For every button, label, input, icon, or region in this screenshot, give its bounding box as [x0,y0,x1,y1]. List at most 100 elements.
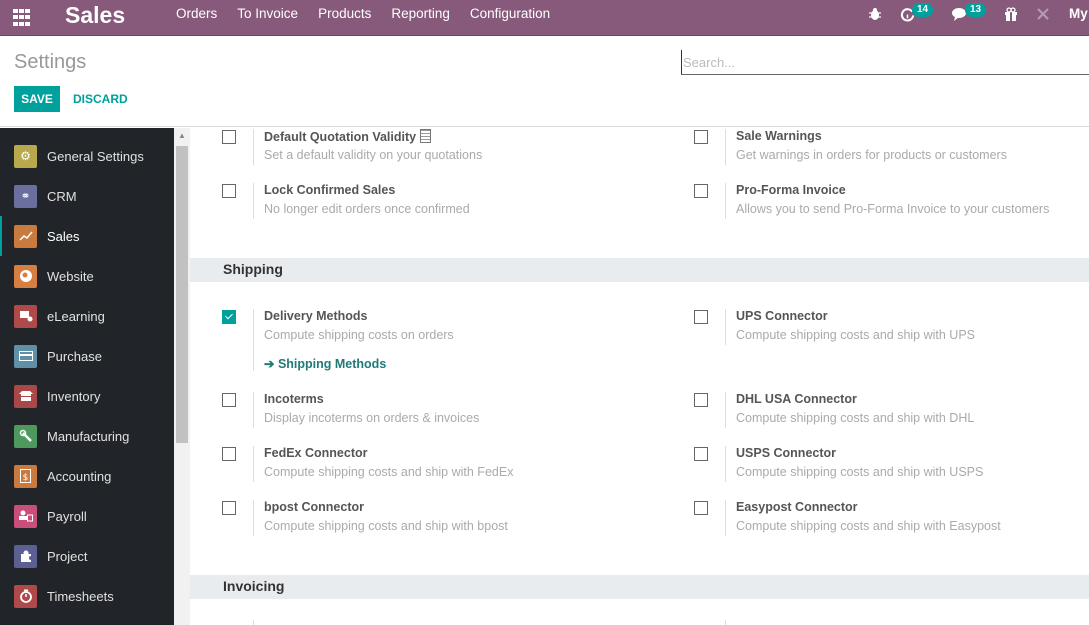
setting-title: Lock Confirmed Sales [264,183,396,197]
page-title: Settings [14,51,87,73]
sidebar-item-label: Sales [47,228,80,244]
sidebar-item-label: General Settings [47,148,144,164]
easypost-connector-checkbox[interactable] [694,501,708,515]
tools-icon[interactable] [1036,7,1050,21]
scroll-up-arrow-icon[interactable]: ▲ [174,130,190,142]
messages-button[interactable]: 13 [952,3,987,21]
sale-warnings-checkbox[interactable] [694,130,708,144]
delivery-methods-checkbox[interactable] [222,310,236,324]
user-menu[interactable]: My [1069,0,1088,28]
globe-icon [14,264,37,288]
setting-description: Get warnings in orders for products or c… [736,148,1007,162]
sidebar-item-label: Project [47,548,88,564]
bpost-connector-checkbox[interactable] [222,501,236,515]
setting-title: Easypost Connector [736,500,858,514]
sidebar-item-label: Accounting [47,468,112,484]
fedex-connector-checkbox[interactable] [222,447,236,461]
setting-title: UPS Connector [736,309,828,323]
setting-title: Sale Warnings [736,129,822,143]
building-icon [420,129,432,143]
incoterms-checkbox[interactable] [222,393,236,407]
payroll-icon [14,504,37,528]
sidebar-item-accounting[interactable]: $ Accounting [0,456,174,496]
setting-title: Default Quotation Validity [264,130,417,144]
setting-title: Delivery Methods [264,309,368,323]
menu-products[interactable]: Products [308,0,381,28]
gift-icon[interactable] [1004,7,1018,21]
setting-title: DHL USA Connector [736,392,857,406]
section-header-shipping: Shipping [190,258,1089,282]
elearning-icon [14,304,37,328]
sidebar-item-manufacturing[interactable]: Manufacturing [0,416,174,456]
arrow-right-icon: ➔ [264,357,278,371]
sidebar-item-label: Purchase [47,348,102,364]
menu-configuration[interactable]: Configuration [460,0,560,28]
main-menu: Orders To Invoice Products Reporting Con… [166,0,560,28]
apps-menu-icon[interactable] [13,7,33,27]
top-navbar: Sales Orders To Invoice Products Reporti… [0,0,1089,36]
setting-description: No longer edit orders once confirmed [264,202,470,216]
sidebar-item-elearning[interactable]: eLearning [0,296,174,336]
setting-title: Incoterms [264,392,324,406]
activity-badge: 14 [912,3,934,17]
box-icon [14,384,37,408]
setting-description: Compute shipping costs on orders [264,328,454,342]
setting-title: FedEx Connector [264,446,368,460]
sidebar-item-label: eLearning [47,308,105,324]
save-button[interactable]: SAVE [14,86,60,112]
credit-card-icon [14,344,37,368]
sidebar-item-inventory[interactable]: Inventory [0,376,174,416]
usps-connector-checkbox[interactable] [694,447,708,461]
sidebar-item-label: Payroll [47,508,87,524]
settings-sidebar: ⚙ General Settings ⚭ CRM Sales Website e… [0,128,174,625]
shipping-methods-link[interactable]: ➔ Shipping Methods [264,356,386,371]
setting-description: Allows you to send Pro-Forma Invoice to … [736,202,1050,216]
lock-confirmed-sales-checkbox[interactable] [222,184,236,198]
sidebar-item-project[interactable]: Project [0,536,174,576]
activity-button[interactable]: 14 [900,3,934,22]
search-input[interactable] [681,50,1089,74]
sidebar-item-general-settings[interactable]: ⚙ General Settings [0,136,174,176]
section-header-invoicing: Invoicing [190,575,1089,599]
setting-description: Compute shipping costs and ship with bpo… [264,519,508,533]
sidebar-item-payroll[interactable]: Payroll [0,496,174,536]
setting-description: Compute shipping costs and ship with DHL [736,411,975,425]
setting-description: Compute shipping costs and ship with Eas… [736,519,1001,533]
sidebar-item-label: Timesheets [47,588,114,604]
sidebar-item-label: CRM [47,188,77,204]
sidebar-item-crm[interactable]: ⚭ CRM [0,176,174,216]
gear-icon: ⚙ [14,144,37,168]
sidebar-item-label: Inventory [47,388,101,404]
sidebar-item-website[interactable]: Website [0,256,174,296]
svg-text:$: $ [23,473,29,483]
menu-reporting[interactable]: Reporting [381,0,460,28]
section-title: Shipping [223,261,283,277]
pro-forma-invoice-checkbox[interactable] [694,184,708,198]
stopwatch-icon [14,584,37,608]
setting-title: bpost Connector [264,500,364,514]
divider [253,620,254,625]
sidebar-item-label: Website [47,268,94,284]
invoice-dollar-icon: $ [14,464,37,488]
chart-icon [14,224,37,248]
menu-to-invoice[interactable]: To Invoice [227,0,308,28]
sidebar-item-label: Manufacturing [47,428,130,444]
sidebar-item-sales[interactable]: Sales [0,216,174,256]
content-scrollbar[interactable]: ▲ [174,128,190,625]
messages-badge: 13 [965,3,987,17]
debug-bug-icon[interactable] [868,7,882,21]
control-panel: Settings SAVE DISCARD [0,37,1089,127]
sidebar-item-purchase[interactable]: Purchase [0,336,174,376]
handshake-icon: ⚭ [14,184,37,208]
default-quotation-validity-checkbox[interactable] [222,130,236,144]
settings-content: Default Quotation Validity Set a default… [190,128,1089,625]
dhl-usa-connector-checkbox[interactable] [694,393,708,407]
scroll-thumb[interactable] [176,146,188,443]
setting-description: Display incoterms on orders & invoices [264,411,480,425]
setting-description: Compute shipping costs and ship with UPS [736,328,976,342]
sidebar-item-timesheets[interactable]: Timesheets [0,576,174,616]
menu-orders[interactable]: Orders [166,0,227,28]
puzzle-icon [14,544,37,568]
discard-button[interactable]: DISCARD [73,86,128,112]
ups-connector-checkbox[interactable] [694,310,708,324]
